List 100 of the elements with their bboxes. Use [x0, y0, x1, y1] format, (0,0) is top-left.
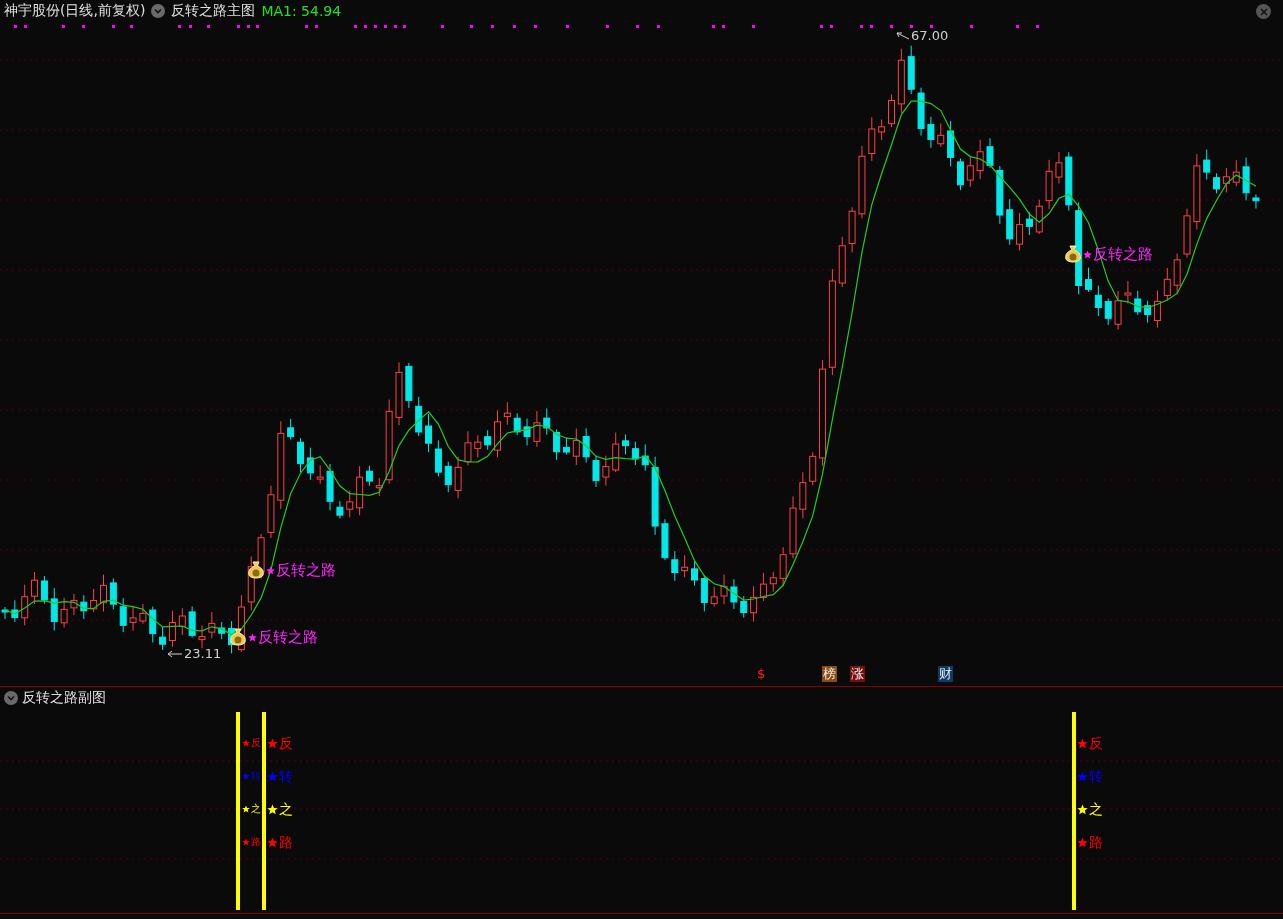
signal-char: 之	[251, 802, 261, 816]
candlestick	[927, 116, 935, 149]
candlestick	[1065, 151, 1073, 212]
arrow-icon	[167, 649, 183, 658]
candlestick	[188, 605, 196, 639]
candlestick	[976, 139, 984, 180]
candlestick	[730, 578, 738, 610]
signal-char: 反	[251, 736, 261, 750]
close-icon	[1259, 7, 1268, 16]
candlestick	[612, 432, 620, 473]
candlestick	[1114, 290, 1122, 331]
candlestick	[1006, 198, 1014, 246]
candlestick	[395, 361, 403, 426]
dropdown-icon[interactable]	[151, 4, 166, 18]
candlestick	[326, 463, 334, 511]
event-tag[interactable]: 涨	[850, 666, 865, 682]
candlestick	[90, 588, 98, 613]
candlestick	[474, 434, 482, 458]
star-icon	[1083, 249, 1092, 259]
money-bag-icon	[229, 627, 247, 647]
candlestick	[848, 206, 856, 253]
candlestick	[1085, 267, 1092, 293]
signal-label: 反转之路	[258, 627, 318, 647]
candlestick	[100, 574, 107, 613]
candlestick	[1124, 280, 1132, 305]
candlestick	[1203, 149, 1211, 181]
candlestick	[21, 584, 29, 626]
candlestick	[484, 429, 492, 451]
candlestick	[60, 597, 68, 629]
sub-chart-title[interactable]: 反转之路副图	[22, 689, 106, 707]
signal-char: 路	[251, 835, 261, 849]
event-tag[interactable]: 榜	[822, 666, 837, 682]
candlestick	[178, 607, 186, 636]
stock-title: 神宇股份(日线,前复权)	[4, 2, 146, 20]
money-bag-icon	[247, 560, 265, 580]
candlestick	[1094, 285, 1102, 317]
candlestick	[297, 437, 304, 473]
candlestick	[710, 586, 718, 608]
low-price-label: 23.11	[184, 646, 222, 661]
candlestick	[306, 447, 314, 481]
candlestick	[267, 485, 275, 539]
signal-char: 路	[1089, 834, 1103, 850]
candlestick	[1, 606, 9, 620]
candlestick	[740, 595, 748, 619]
indicator-name[interactable]: 反转之路主图	[171, 2, 256, 20]
candlestick	[1035, 199, 1043, 235]
candlestick	[592, 455, 600, 488]
candlestick	[109, 577, 117, 610]
candlestick	[405, 362, 413, 409]
candlestick	[316, 464, 324, 485]
signal-char: 转	[1089, 768, 1103, 784]
signal-label: 反转之路	[276, 560, 336, 580]
event-tag[interactable]: $	[756, 666, 767, 682]
candlestick	[700, 574, 708, 612]
candlestick	[287, 418, 295, 440]
candlestick	[523, 418, 531, 446]
candlestick	[1183, 208, 1191, 259]
signal-label: 反转之路	[1093, 244, 1153, 264]
star-icon	[248, 632, 257, 642]
candlestick	[937, 122, 945, 148]
candlestick	[11, 599, 19, 623]
candlestick	[602, 455, 610, 487]
candlestick	[444, 461, 452, 493]
candlestick	[661, 518, 669, 561]
candlestick	[888, 93, 895, 128]
candlestick	[966, 155, 974, 188]
candlestick	[415, 396, 423, 437]
candlestick	[671, 550, 679, 582]
candlestick	[336, 500, 344, 520]
signal-char: 之	[279, 801, 293, 817]
candlestick	[375, 477, 383, 497]
ma-label: MA1: 54.94	[261, 3, 342, 19]
candlestick	[218, 621, 226, 640]
signal-char: 反	[279, 735, 293, 751]
candlestick	[769, 571, 777, 593]
candlestick	[533, 410, 541, 448]
candlestick	[1045, 159, 1053, 210]
close-button[interactable]	[1256, 4, 1271, 19]
candlestick	[1232, 159, 1240, 187]
candlestick	[681, 554, 689, 578]
candlestick	[80, 594, 88, 620]
candlestick	[838, 236, 846, 288]
candlestick	[149, 606, 157, 643]
signal-char: 之	[1089, 801, 1103, 817]
candlestick	[799, 471, 807, 519]
candlestick	[641, 443, 649, 472]
event-tag[interactable]: 财	[938, 666, 953, 682]
signal-char: 反	[1089, 735, 1103, 751]
candlestick	[917, 87, 925, 137]
candlestick	[1242, 157, 1250, 201]
candlestick	[50, 587, 58, 632]
arrow-icon	[896, 30, 910, 41]
candlestick	[119, 597, 127, 633]
candlestick	[139, 603, 147, 625]
candlestick	[789, 495, 797, 559]
high-price-label: 67.00	[911, 28, 949, 43]
dropdown-icon[interactable]	[4, 691, 18, 705]
candlestick	[208, 611, 216, 639]
money-bag-icon	[1064, 244, 1082, 264]
signal-char: 转	[251, 769, 261, 783]
